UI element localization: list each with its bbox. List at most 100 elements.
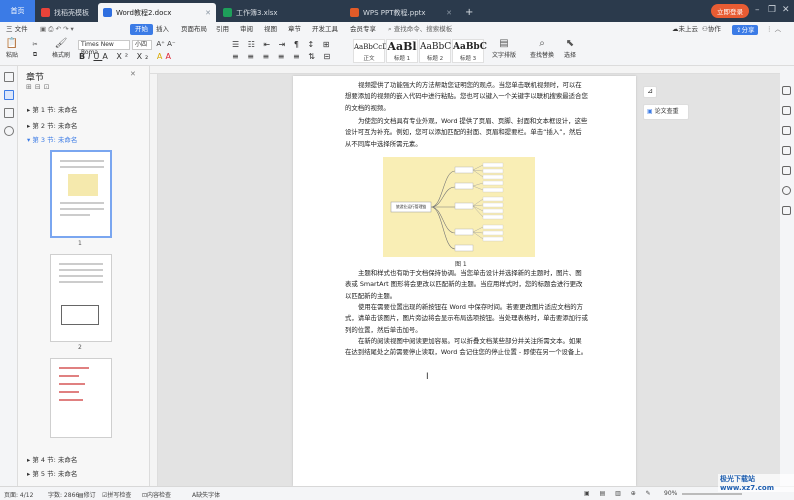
spellcheck-toggle[interactable]: ☑拼写检查 [102,490,131,499]
tab-word-doc[interactable]: Word教程2.docx ✕ [98,3,216,22]
align-buttons[interactable]: ≡ ≡ ≡ ≡ ≡ ⇅ ⊟ [232,52,342,61]
revise-label: 修订 [83,492,96,499]
mindmap-root-label: 旅游业运行管理链 [395,204,427,209]
panel-toggle-icon[interactable]: ⊿ [643,86,657,98]
share-button[interactable]: ⇪分享 [732,25,759,35]
menu-member[interactable]: 会员专享 [350,22,376,37]
paragraph-buttons[interactable]: ☰ ☷ ⇤ ⇥ ¶ ↕ ⊞ [232,40,342,49]
nav-section-5[interactable]: ▸ 第 5 节: 未命名 [27,468,77,478]
menu-review[interactable]: 审阅 [240,22,253,37]
menu-insert[interactable]: 插入 [156,22,169,37]
minimize-icon[interactable]: – [755,5,760,15]
font-style-buttons[interactable]: BIUA X² X₂ AA [79,52,174,61]
close-tab-icon[interactable]: ✕ [205,9,211,17]
nav-section-4[interactable]: ▸ 第 4 节: 未命名 [27,454,77,464]
underline-icon[interactable]: U [93,52,102,61]
chapter-nav-icon[interactable] [4,90,14,100]
status-bar: 页面: 4/12 字数: 2866 ▤修订 ☑拼写检查 ⊡内容检查 A缺失字体 … [0,486,794,500]
edit-pen-icon[interactable] [782,106,791,115]
section-label: 第 4 节: 未命名 [32,456,78,464]
paragraph-3[interactable]: 主题和样式也有助于文档保持协调。当您单击设计并选择新的主题时，图片、图表或 Sm… [345,268,588,302]
nav-section-3[interactable]: ▾ 第 3 节: 未命名 [27,134,77,144]
copy-icon[interactable]: ⧉ [33,51,37,58]
nav-search-icon[interactable] [4,126,14,136]
translate-icon[interactable] [782,166,791,175]
zoom-level[interactable]: 90% [664,490,677,497]
style-panel-icon[interactable] [782,86,791,95]
bookmark-icon[interactable] [4,108,14,118]
section-label: 第 1 节: 未命名 [32,106,78,114]
paragraph-2[interactable]: 为使您的文档具有专业外观，Word 提供了页眉、页脚、封面和文本框设计，这些设计… [345,116,588,150]
quick-access-icons[interactable]: ▣ ⎙ ↶ ↷ ▾ [40,22,74,37]
file-menu[interactable]: 三 文件 [6,22,28,37]
menu-developer[interactable]: 开发工具 [312,22,338,37]
close-tab-icon[interactable]: ✕ [446,9,452,17]
style-heading1[interactable]: AaBl 标题 1 [386,39,418,63]
menu-section[interactable]: 章节 [288,22,301,37]
font-name-select[interactable]: Times New Roma [78,40,130,56]
missing-font[interactable]: A缺失字体 [192,490,220,499]
nav-section-1[interactable]: ▸ 第 1 节: 未命名 [27,104,77,114]
settings-icon[interactable] [782,146,791,155]
brush-icon: 🖌 [54,38,68,49]
cut-icon[interactable]: ✂ [32,41,37,48]
close-window-icon[interactable]: ✕ [782,5,790,15]
login-button[interactable]: 立即登录 [711,4,749,18]
page-thumbnail-2[interactable] [50,254,112,342]
command-search[interactable]: ⌕ 查找命令、搜索模板 [388,22,452,37]
location-icon[interactable] [782,186,791,195]
more-icon[interactable]: ⋮ ︿ [766,22,781,37]
paste-button[interactable]: 📋 粘贴 [3,38,21,59]
page-thumbnail-3[interactable] [50,358,112,438]
tab-ppt[interactable]: WPS PPT教程.pptx ✕ [345,3,457,22]
bold-icon[interactable]: B [79,52,88,61]
page-indicator[interactable]: 页面: 4/12 [4,490,33,499]
nav-tool-icons[interactable]: ⊞⊟⊡ [26,83,53,91]
nav-close-icon[interactable]: ✕ [130,70,136,78]
tab-excel[interactable]: 工作簿3.xlsx [218,3,343,22]
menu-home[interactable]: 开始 [130,24,153,35]
paper-check-label: 论文查重 [654,108,679,115]
tab-label: 工作簿3.xlsx [236,8,278,17]
view-mode-buttons[interactable]: ▣ ▤ ▥ ⊕ ✎ [584,490,655,497]
maximize-icon[interactable]: ❐ [768,5,776,15]
shape-icon[interactable] [782,126,791,135]
nav-section-2[interactable]: ▸ 第 2 节: 未命名 [27,120,77,130]
content-check[interactable]: ⊡内容检查 [142,490,171,499]
paragraph-1[interactable]: 视频提供了功能强大的方法帮助您证明您的观点。当您单击联机视频时，可以在想要添加的… [345,80,588,114]
font-size-select[interactable]: 小四 [132,40,152,50]
search-icon: ⌕ [388,25,392,33]
text-layout-button[interactable]: ▤ 文字排版 [490,38,518,59]
mindmap-figure[interactable]: 旅游业运行管理链 [383,157,535,257]
page-thumbnail-1[interactable] [50,150,112,238]
magnifier-icon: ⌕ [539,38,545,49]
style-heading3[interactable]: AaBbC 标题 3 [452,39,487,63]
word-count[interactable]: 字数: 2866 [48,490,79,499]
zoom-slider[interactable] [682,493,742,495]
find-replace-button[interactable]: ⌕ 查找替换 [528,38,556,59]
highlight-icon[interactable]: A [157,52,166,61]
collab-button[interactable]: ⚇协作 [702,22,721,37]
style-heading2[interactable]: AaBbC 标题 2 [419,39,451,63]
paragraph-5[interactable]: 在新的阅读视图中阅读更加容易。可以折叠文档某些部分并关注所需文本。如果在达到结尾… [345,336,588,359]
ribbon-toolbar: 📋 粘贴 ✂ ⧉ 🖌 格式刷 Times New Roma 小四 A⁺ A⁻ BI… [0,37,794,66]
tab-template[interactable]: 找稻壳模板 [36,3,96,22]
font-size-adjust[interactable]: A⁺ A⁻ [155,40,177,48]
share-panel-icon[interactable] [782,206,791,215]
font-color-icon[interactable]: A [166,52,174,61]
format-painter-button[interactable]: 🖌 格式刷 [50,38,72,59]
outline-icon[interactable] [4,72,14,82]
home-tab[interactable]: 首页 [0,0,35,22]
menu-reference[interactable]: 引用 [216,22,229,37]
menu-view[interactable]: 视图 [264,22,277,37]
style-normal[interactable]: AaBbCcDd 正文 [353,39,392,63]
cloud-status[interactable]: ☁未上云 [672,22,698,37]
revise-toggle[interactable]: ▤修订 [78,490,96,499]
style-label: 标题 2 [426,56,444,62]
cut-copy-group[interactable]: ✂ ⧉ [24,40,46,60]
select-button[interactable]: ⬉ 选择 [560,38,580,59]
new-tab-button[interactable]: + [460,3,478,22]
paper-check-button[interactable]: ▣ 论文查重 [643,104,689,120]
menu-page-layout[interactable]: 页面布局 [181,22,207,37]
paragraph-4[interactable]: 使用在需要位置出现的新按钮在 Word 中保存时间。若要更改图片适应文档的方式，… [345,302,588,336]
